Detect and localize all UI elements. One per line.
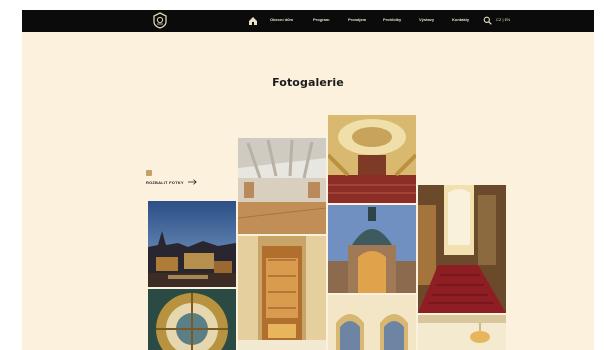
- page: Obecní dům Program Pronájem Prohlídky Vý…: [22, 10, 594, 350]
- photo-prague-night-skyline[interactable]: [148, 201, 236, 287]
- photo-building-facade-dome[interactable]: [328, 205, 416, 293]
- search-icon[interactable]: [483, 16, 492, 25]
- nav-item-vystavy[interactable]: Výstavy: [419, 17, 434, 22]
- nav-item-obecni-dum[interactable]: Obecní dům: [270, 17, 293, 22]
- expand-photos-link[interactable]: ROZBALIT FOTKY: [146, 179, 197, 185]
- photo-hall-ballroom[interactable]: [238, 138, 326, 234]
- photo-chandelier-room[interactable]: [418, 315, 506, 350]
- arrow-right-icon: [187, 179, 197, 185]
- language-switcher[interactable]: CZ | EN: [496, 17, 510, 22]
- page-title: Fotogalerie: [272, 76, 344, 89]
- home-icon[interactable]: [248, 16, 258, 26]
- photo-smetana-hall[interactable]: [328, 115, 416, 203]
- gallery-marker-icon: [146, 170, 152, 176]
- photo-grand-staircase[interactable]: [418, 185, 506, 313]
- photo-arched-hall[interactable]: [328, 295, 416, 350]
- expand-photos-label: ROZBALIT FOTKY: [146, 179, 184, 185]
- photo-ceiling-dome[interactable]: [148, 289, 236, 350]
- photo-elevator-interior[interactable]: [238, 236, 326, 350]
- nav-item-kontakty[interactable]: Kontakty: [452, 17, 469, 22]
- logo-icon[interactable]: [152, 12, 168, 29]
- nav-item-pronajem[interactable]: Pronájem: [348, 17, 366, 22]
- nav-item-program[interactable]: Program: [313, 17, 329, 22]
- top-navigation-bar: Obecní dům Program Pronájem Prohlídky Vý…: [22, 10, 594, 32]
- nav-item-prohlidky[interactable]: Prohlídky: [383, 17, 401, 22]
